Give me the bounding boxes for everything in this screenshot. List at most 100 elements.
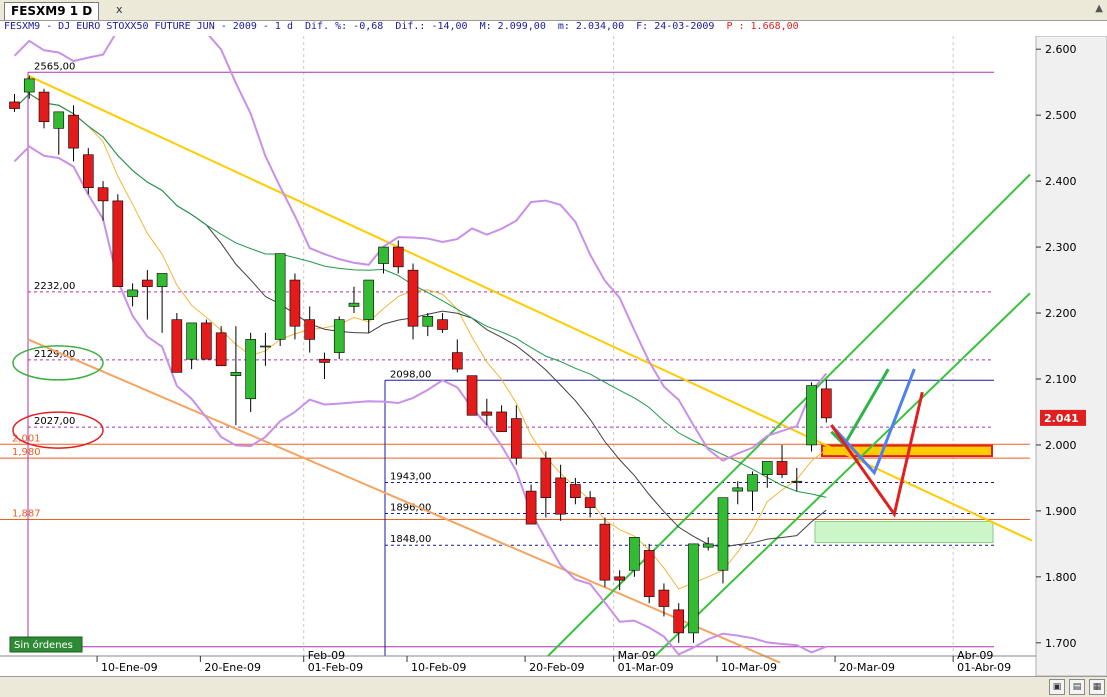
candle-down (466, 375, 478, 416)
y-tick-label: 1.800 (1045, 571, 1077, 584)
candle-down (511, 418, 522, 459)
level-label: 2027,00 (34, 416, 75, 427)
candle-down (83, 154, 94, 189)
candle-down (97, 187, 109, 202)
y-tick-label: 2.100 (1045, 373, 1077, 386)
candle-up (717, 497, 729, 571)
candle-up (156, 273, 168, 287)
candle-down (673, 609, 685, 634)
x-tick-label: 01-Mar-09 (618, 661, 674, 674)
candle-down (171, 319, 183, 373)
candle-up (333, 319, 345, 353)
candle-down (319, 358, 330, 363)
candle-down (481, 411, 493, 416)
close-tab-icon[interactable]: x (116, 3, 123, 16)
candle-down (525, 490, 537, 525)
candle-up (363, 279, 375, 320)
y-tick-label: 2.300 (1045, 241, 1077, 254)
target-zone-green (814, 520, 994, 544)
candle-up (702, 543, 714, 548)
candle-down (304, 319, 316, 340)
candle-down (142, 279, 153, 287)
candle-down (437, 319, 448, 330)
candle-down (407, 269, 419, 327)
candlestick-chart[interactable]: 2.600 2.500 2.400 2.300 2.200 2.100 2.000 1.900… (0, 36, 1107, 676)
candle-down (540, 457, 552, 499)
sin-ordenes-label: Sin órdenes (14, 639, 73, 651)
candle-down (584, 497, 596, 508)
chart-tabbar: FESXM9 1 D x ▲ (0, 0, 1107, 21)
month-label: Mar-09 (618, 649, 656, 662)
candle-down (451, 352, 463, 370)
level-label: 1943,00 (390, 472, 431, 483)
candle-up (348, 302, 360, 307)
y-tick-label: 1.900 (1045, 505, 1077, 518)
dif-pct-label: Dif. %: -0,68 (305, 21, 384, 32)
candle-up (806, 385, 817, 446)
symbol-label: FESXM9 - DJ EURO STOXX50 FUTURE JUN - 20… (4, 21, 293, 32)
candle-down (68, 114, 79, 149)
candle-up (186, 322, 197, 360)
y-tick-label: 2.000 (1045, 439, 1077, 452)
x-tick-label: 10-Feb-09 (411, 661, 466, 674)
x-tick-label: 10-Ene-09 (101, 661, 158, 674)
x-tick-label: 20-Ene-09 (204, 661, 261, 674)
pnl-label: P : 1.668,00 (726, 21, 799, 32)
candle-down (776, 461, 788, 475)
level-label: 1,980 (12, 447, 41, 458)
candle-down (392, 246, 404, 268)
y-tick-label: 2.200 (1045, 307, 1077, 320)
candle-up (23, 78, 35, 93)
y-tick-label: 2.400 (1045, 175, 1077, 188)
max-label: M: 2.099,00 (479, 21, 546, 32)
y-tick-label: 1.700 (1045, 637, 1077, 650)
month-label: Abr-09 (957, 649, 993, 662)
candle-down (112, 200, 124, 287)
chart-icon[interactable]: ▣ (1049, 679, 1065, 695)
candle-up (260, 345, 271, 348)
x-tick-label: 20-Feb-09 (529, 661, 584, 674)
x-tick-label: 20-Mar-09 (839, 661, 895, 674)
candle-down (201, 322, 212, 360)
candle-up (274, 253, 286, 340)
candle-down (570, 484, 581, 499)
candle-down (820, 388, 832, 419)
level-label: 1,887 (12, 508, 41, 519)
min-label: m: 2.034,00 (557, 21, 625, 32)
bottom-scrollbar[interactable]: ▣ ▤ ▦ (0, 676, 1107, 697)
candle-down (9, 101, 20, 109)
print-icon[interactable]: ▤ (1069, 679, 1085, 695)
tab-chart[interactable]: FESXM9 1 D (4, 2, 100, 20)
candle-up (732, 487, 744, 492)
last-price-label: 2.041 (1044, 412, 1079, 425)
candle-up (688, 543, 699, 634)
date-label: F: 24-03-2009 (636, 21, 715, 32)
candle-down (658, 589, 670, 607)
candle-up (629, 536, 640, 571)
level-label: 2232,00 (34, 281, 75, 292)
candle-up (378, 246, 389, 264)
candle-up (422, 316, 434, 327)
candle-up (53, 111, 65, 129)
x-tick-label: 10-Mar-09 (721, 661, 777, 674)
scroll-up-icon[interactable]: ▲ (1095, 3, 1103, 14)
candle-down (289, 279, 301, 327)
candle-down (215, 332, 227, 367)
zoom-icon[interactable]: ▦ (1089, 679, 1105, 695)
candle-up (245, 339, 256, 400)
candle-down (614, 576, 625, 581)
candle-down (599, 523, 611, 581)
level-label: 2565,00 (34, 61, 75, 72)
candle-up (791, 480, 803, 483)
candle-down (38, 91, 50, 123)
candle-down (555, 477, 566, 515)
month-label: Feb-09 (308, 649, 345, 662)
candle-up (127, 289, 138, 297)
candle-down (496, 411, 507, 433)
level-label: 2098,00 (390, 369, 431, 380)
candle-down (643, 550, 655, 597)
level-label: 1848,00 (390, 534, 431, 545)
y-tick-label: 2.600 (1045, 43, 1077, 56)
dif-label: Dif.: -14,00 (395, 21, 468, 32)
candle-up (747, 474, 758, 492)
